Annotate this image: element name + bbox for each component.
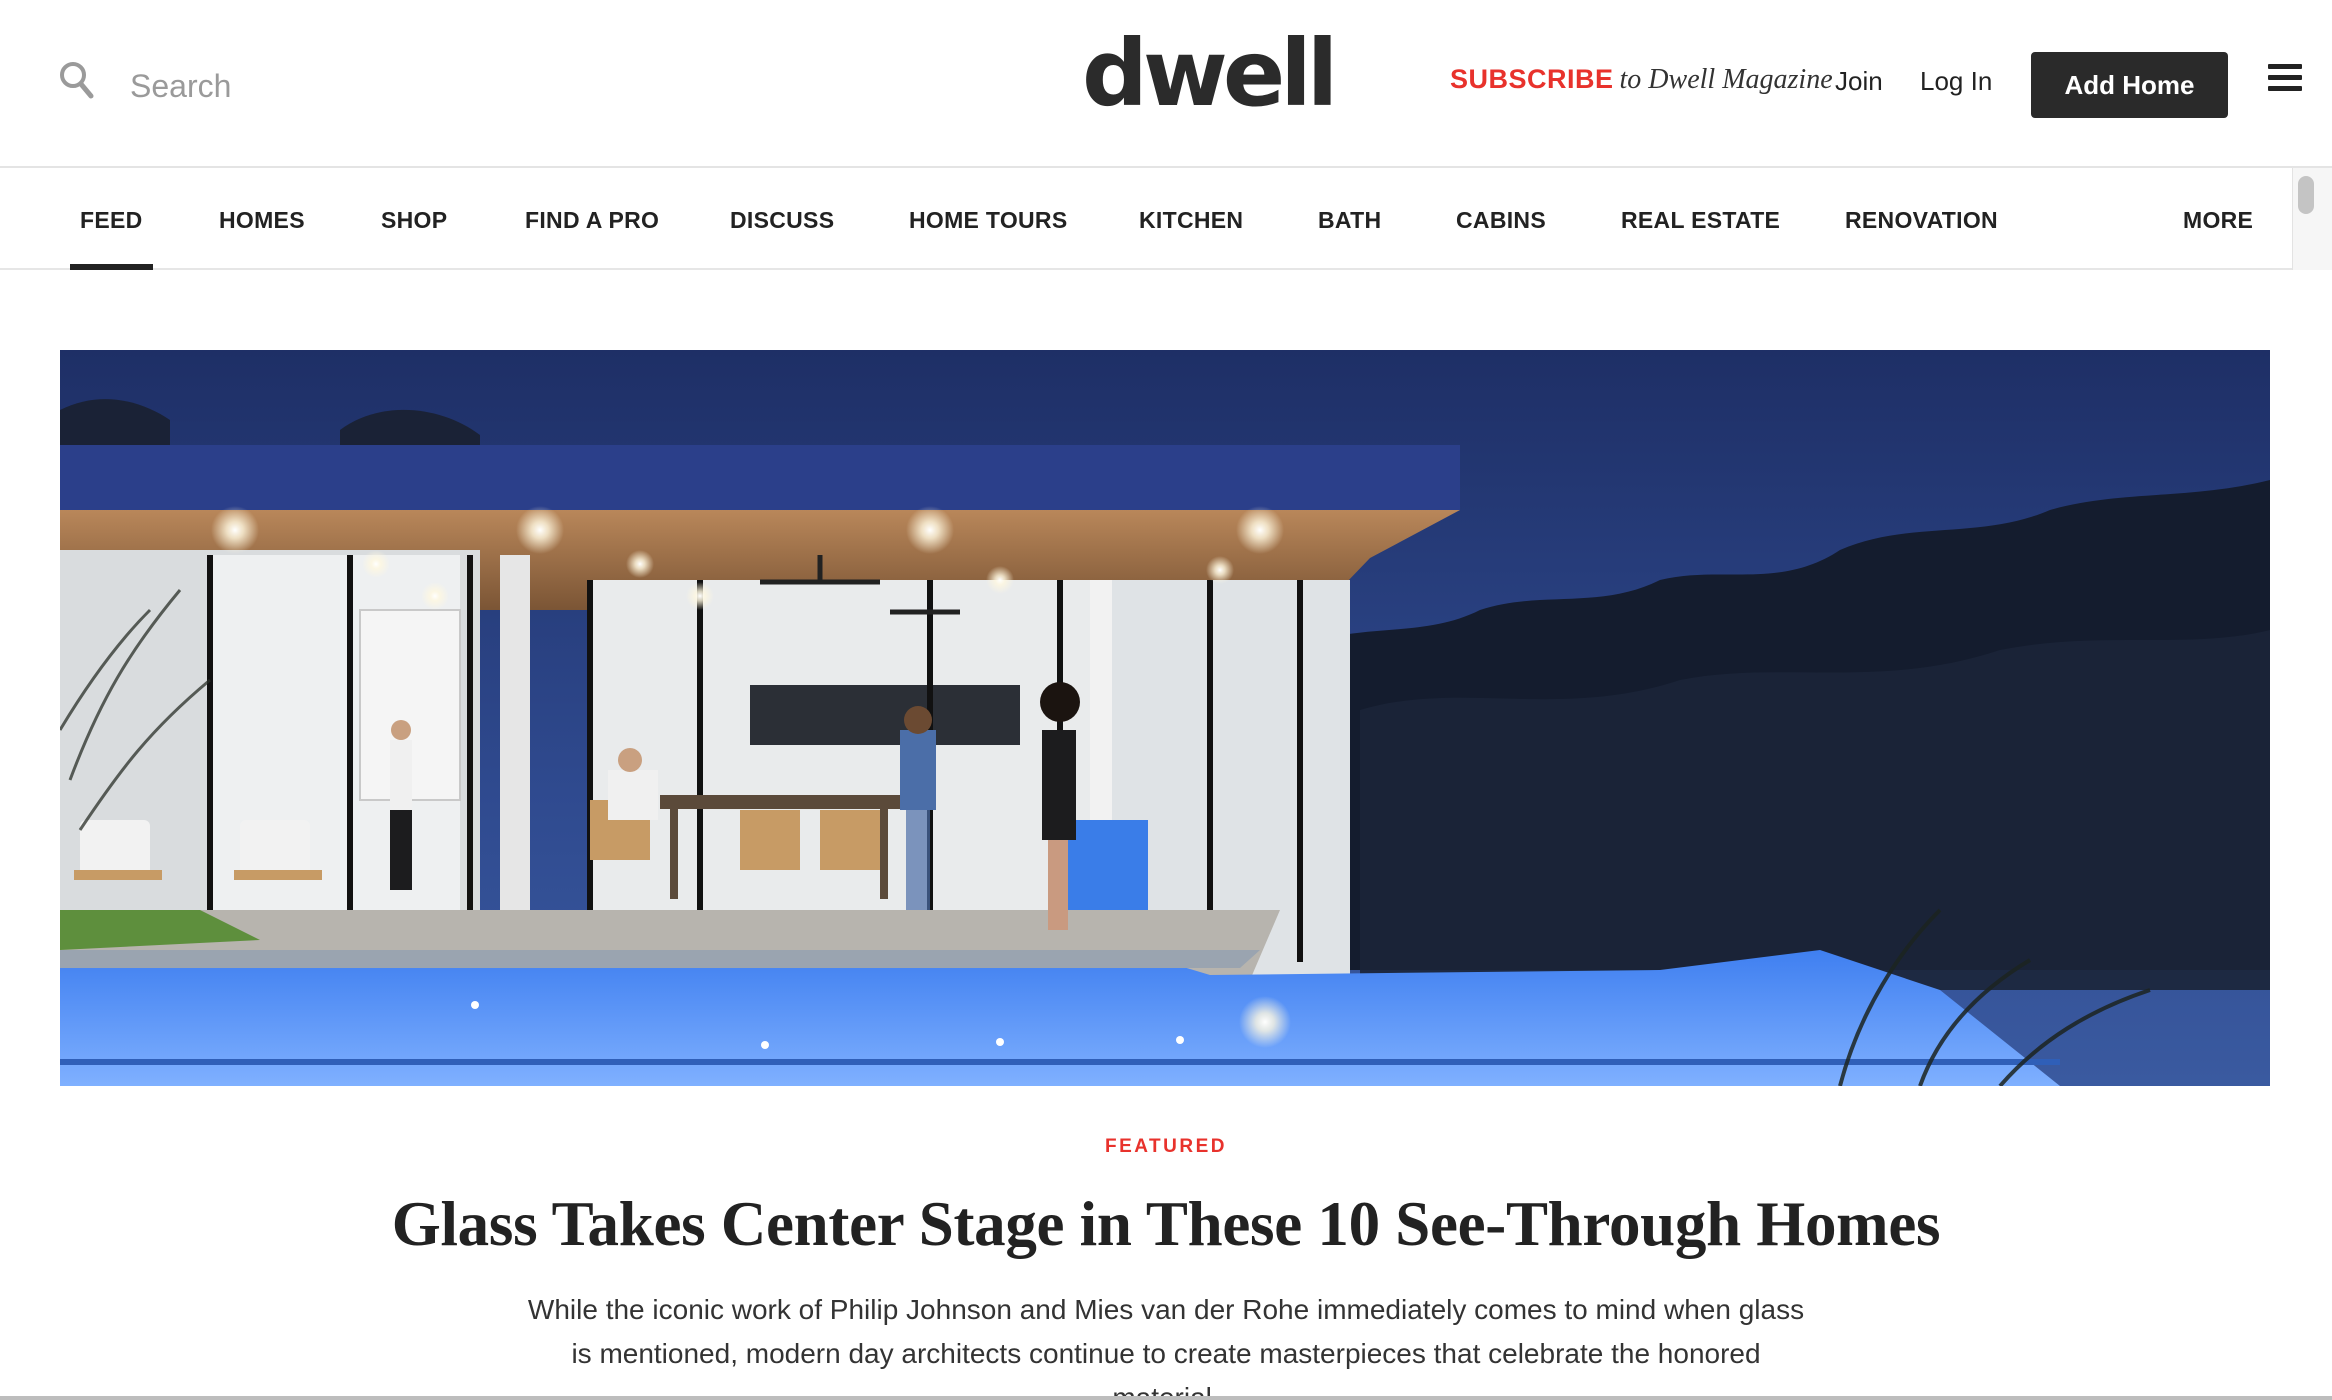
hamburger-menu-icon[interactable] — [2268, 64, 2302, 92]
search-input[interactable] — [130, 58, 630, 114]
nav-item-home-tours[interactable]: HOME TOURS — [909, 170, 1067, 270]
add-home-button[interactable]: Add Home — [2031, 52, 2228, 118]
nav-item-homes[interactable]: HOMES — [219, 170, 305, 270]
nav-item-shop[interactable]: SHOP — [381, 170, 447, 270]
subscribe-rest: to Dwell Magazine — [1619, 64, 1833, 95]
hero-illustration — [60, 350, 2270, 1086]
nav-item-bath[interactable]: BATH — [1318, 170, 1381, 270]
nav-item-cabins[interactable]: CABINS — [1456, 170, 1546, 270]
featured-kicker: FEATURED — [1104, 1136, 1228, 1157]
site-header: dwell SUBSCRIBEto Dwell Magazine Join Lo… — [0, 0, 2332, 168]
article-description: While the iconic work of Philip Johnson … — [527, 1294, 1805, 1400]
subscribe-link[interactable]: SUBSCRIBE to Dwell Magazine — [1450, 64, 1833, 96]
nav-item-more[interactable]: MORE — [2183, 170, 2253, 270]
nav-item-discuss[interactable]: DISCUSS — [730, 170, 834, 270]
article-headline[interactable]: Glass Takes Center Stage in These 10 See… — [0, 1188, 2332, 1261]
nav-item-find-a-pro[interactable]: FIND A PRO — [525, 170, 659, 270]
nav-item-kitchen[interactable]: KITCHEN — [1139, 170, 1243, 270]
nav-item-real-estate[interactable]: REAL ESTATE — [1621, 170, 1780, 270]
subscribe-highlight: SUBSCRIBE — [1450, 64, 1614, 94]
hero-image[interactable] — [60, 350, 2270, 1086]
window-bottom-border — [0, 1396, 2332, 1400]
category-nav: FEED HOMES SHOP FIND A PRO DISCUSS HOME … — [0, 170, 2292, 270]
site-logo[interactable]: dwell — [1082, 22, 1338, 126]
nav-item-renovation[interactable]: RENOVATION — [1845, 170, 1998, 270]
join-link[interactable]: Join — [1835, 66, 1883, 97]
login-link[interactable]: Log In — [1920, 66, 1992, 97]
search-icon[interactable] — [58, 60, 94, 100]
nav-item-feed[interactable]: FEED — [70, 170, 153, 270]
nav-scrollbar-thumb[interactable] — [2298, 176, 2314, 214]
